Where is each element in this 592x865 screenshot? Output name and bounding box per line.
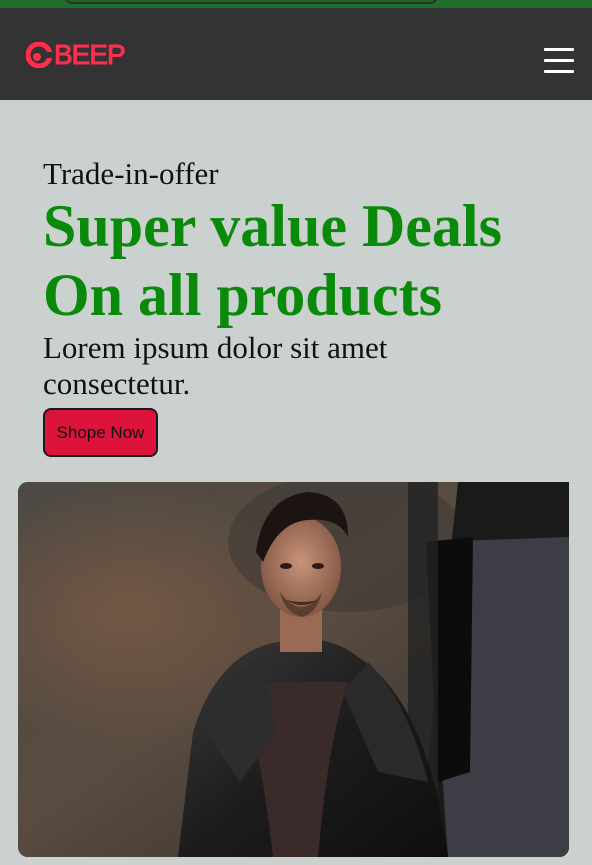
navbar: BEEP bbox=[0, 8, 592, 100]
shop-now-button[interactable]: Shope Now bbox=[43, 408, 158, 457]
hero-subtitle: Lorem ipsum dolor sit amet consectetur. bbox=[43, 330, 388, 401]
hero-headline-line2: On all products bbox=[43, 262, 442, 328]
logo-text: BEEP bbox=[54, 39, 127, 70]
menu-bar-middle bbox=[544, 59, 574, 62]
hero-eyebrow: Trade-in-offer bbox=[43, 156, 219, 191]
logo-mark-icon bbox=[26, 42, 52, 68]
top-accent-pill bbox=[64, 0, 438, 4]
menu-bar-bottom bbox=[544, 70, 574, 73]
hamburger-menu-icon[interactable] bbox=[544, 48, 574, 74]
hero-image bbox=[18, 482, 569, 857]
hero-headline: Super value Deals On all products bbox=[43, 192, 583, 330]
top-accent-strip bbox=[0, 0, 592, 8]
hero-photo-man-in-leather-jacket bbox=[18, 482, 569, 857]
hero-section: Trade-in-offer Super value Deals On all … bbox=[0, 100, 592, 865]
logo-link[interactable]: BEEP bbox=[26, 39, 127, 70]
hero-headline-line1: Super value Deals bbox=[43, 193, 502, 259]
menu-bar-top bbox=[544, 48, 574, 51]
